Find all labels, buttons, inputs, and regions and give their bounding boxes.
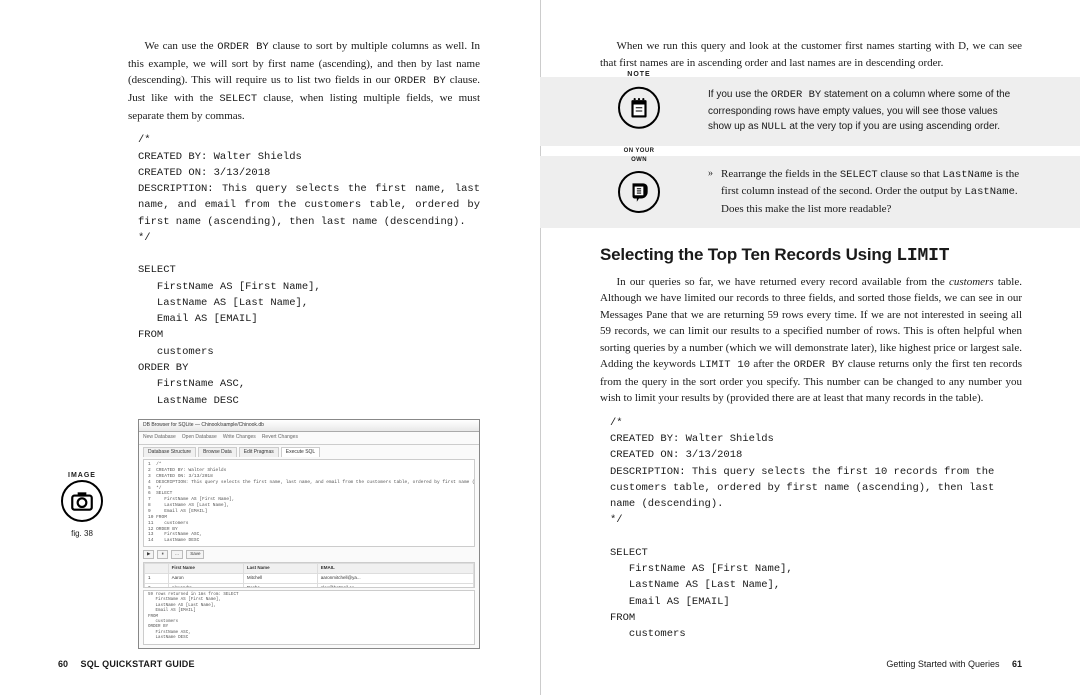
ss-btn: Save: [186, 550, 204, 559]
table-row: 2AlexandreRochaalex@hotmail.co...: [145, 583, 474, 588]
right-footer: Getting Started with Queries 61: [886, 658, 1022, 672]
chapter-title: Getting Started with Queries: [886, 659, 999, 669]
ss-messages-pane: 59 rows returned in 1ms from: SELECT Fir…: [143, 590, 475, 645]
code: SELECT: [219, 93, 257, 105]
emphasis: customers: [949, 276, 994, 288]
ss-run-btn: ▶: [143, 550, 154, 559]
oyo-badge: ON YOUR OWN: [618, 167, 660, 217]
th: First Name: [168, 564, 243, 574]
notepad-icon: [626, 95, 652, 121]
code: NULL: [761, 121, 786, 133]
code: ORDER BY: [217, 41, 268, 53]
camera-icon: [69, 488, 95, 514]
code: ORDER BY: [394, 75, 446, 87]
image-badge: IMAGE fig. 38: [56, 480, 108, 540]
th: EMAIL: [317, 564, 473, 574]
ss-btn: ⏸: [157, 550, 167, 559]
sql-code-block-2: /* CREATED BY: Walter Shields CREATED ON…: [610, 415, 1022, 643]
figure-label: fig. 38: [56, 528, 108, 540]
book-head-icon: [626, 179, 652, 205]
note-callout: NOTE If you use the ORDER BY statement o…: [540, 77, 1080, 146]
oyo-label: ON YOUR OWN: [618, 147, 660, 165]
code: LIMIT 10: [699, 359, 750, 371]
note-badge: NOTE: [618, 90, 660, 133]
left-footer: 60 SQL QUICKSTART GUIDE: [58, 658, 195, 672]
sql-code-block-1: /* CREATED BY: Walter Shields CREATED ON…: [138, 132, 480, 409]
on-your-own-callout: ON YOUR OWN » Rearrange the fields in th…: [540, 156, 1080, 228]
ss-tab: Browse Data: [198, 447, 237, 458]
ss-toolbar-item: Write Changes: [223, 434, 256, 442]
ss-editor: 1 /* 2 CREATED BY: Walter Shields 3 CREA…: [143, 459, 475, 547]
right-paragraph-1: When we run this query and look at the c…: [600, 38, 1022, 71]
right-page: When we run this query and look at the c…: [540, 0, 1080, 695]
code: ORDER BY: [793, 359, 844, 371]
th: Last Name: [243, 564, 317, 574]
text: We can use the: [145, 40, 218, 52]
ss-tab: Database Structure: [143, 447, 196, 458]
heading-code: LIMIT: [896, 246, 949, 266]
ss-titlebar: DB Browser for SQLite — Chinook/sample/C…: [139, 420, 479, 433]
book-title: SQL QUICKSTART GUIDE: [81, 659, 195, 669]
th: [145, 564, 169, 574]
page-number: 60: [58, 659, 68, 669]
right-paragraph-2: In our queries so far, we have returned …: [600, 274, 1022, 407]
oyo-text: Rearrange the fields in the SELECT claus…: [721, 166, 1022, 218]
ss-results-table: First Name Last Name EMAIL 1AaronMitchel…: [143, 562, 475, 588]
db-browser-screenshot: DB Browser for SQLite — Chinook/sample/C…: [138, 419, 480, 649]
table-row: 1AaronMitchellaaronmitchell@ya...: [145, 573, 474, 583]
page-number: 61: [1012, 659, 1022, 669]
ss-tab-active: Execute SQL: [281, 447, 320, 458]
bullet: »: [708, 166, 713, 218]
ss-controls: ▶ ⏸ … Save: [139, 549, 479, 560]
ss-tab: Edit Pragmas: [239, 447, 279, 458]
note-label: NOTE: [618, 70, 660, 81]
ss-toolbar: New Database Open Database Write Changes…: [139, 432, 479, 445]
ss-toolbar-item: Revert Changes: [262, 434, 298, 442]
heading-text: Selecting the Top Ten Records Using: [600, 245, 896, 264]
ss-tabs: Database Structure Browse Data Edit Prag…: [139, 445, 479, 458]
left-page: We can use the ORDER BY clause to sort b…: [0, 0, 540, 695]
section-heading: Selecting the Top Ten Records Using LIMI…: [600, 242, 1022, 270]
note-text: If you use the: [708, 89, 771, 100]
code: ORDER BY: [771, 89, 821, 101]
ss-toolbar-item: New Database: [143, 434, 176, 442]
table-header-row: First Name Last Name EMAIL: [145, 564, 474, 574]
note-text: at the very top if you are using ascendi…: [787, 121, 1000, 132]
ss-toolbar-item: Open Database: [182, 434, 217, 442]
left-paragraph-1: We can use the ORDER BY clause to sort b…: [128, 38, 480, 124]
image-badge-ring: [61, 480, 103, 522]
ss-btn: …: [171, 550, 184, 559]
